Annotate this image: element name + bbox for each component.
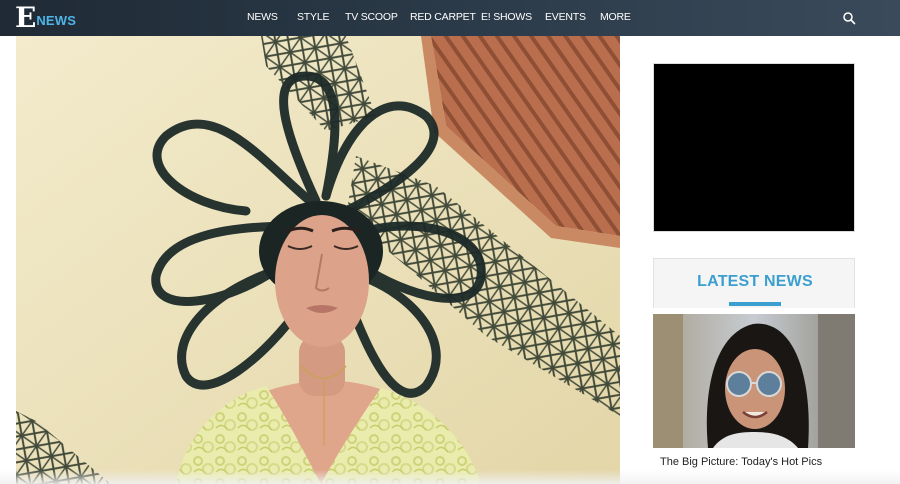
nav-item-tv-scoop[interactable]: TV SCOOP: [345, 11, 398, 23]
news-thumbnail-illustration: [653, 314, 855, 448]
main-nav: NEWS STYLE TV SCOOP RED CARPET E! SHOWS …: [0, 0, 900, 36]
news-item-thumbnail[interactable]: [653, 314, 855, 448]
nav-item-more[interactable]: MORE: [600, 11, 631, 23]
latest-news-underline: [729, 302, 781, 306]
hero-photo-illustration: [16, 36, 620, 484]
nav-item-news[interactable]: NEWS: [247, 11, 278, 23]
search-button[interactable]: [842, 11, 856, 25]
video-player[interactable]: [653, 63, 855, 232]
hero-photo[interactable]: [16, 36, 620, 484]
nav-item-events[interactable]: EVENTS: [545, 11, 586, 23]
nav-item-e-shows[interactable]: E! SHOWS: [481, 11, 532, 23]
latest-news-title: LATEST NEWS: [697, 273, 813, 290]
top-navigation-bar: E NEWS NEWS STYLE TV SCOOP RED CARPET E!…: [0, 0, 900, 36]
search-icon: [843, 12, 856, 25]
nav-item-red-carpet[interactable]: RED CARPET: [410, 11, 476, 23]
nav-item-style[interactable]: STYLE: [297, 11, 329, 23]
latest-news-header: LATEST NEWS: [653, 258, 855, 308]
bottom-fade: [0, 470, 900, 484]
news-item-caption[interactable]: The Big Picture: Today's Hot Pics: [660, 456, 822, 468]
